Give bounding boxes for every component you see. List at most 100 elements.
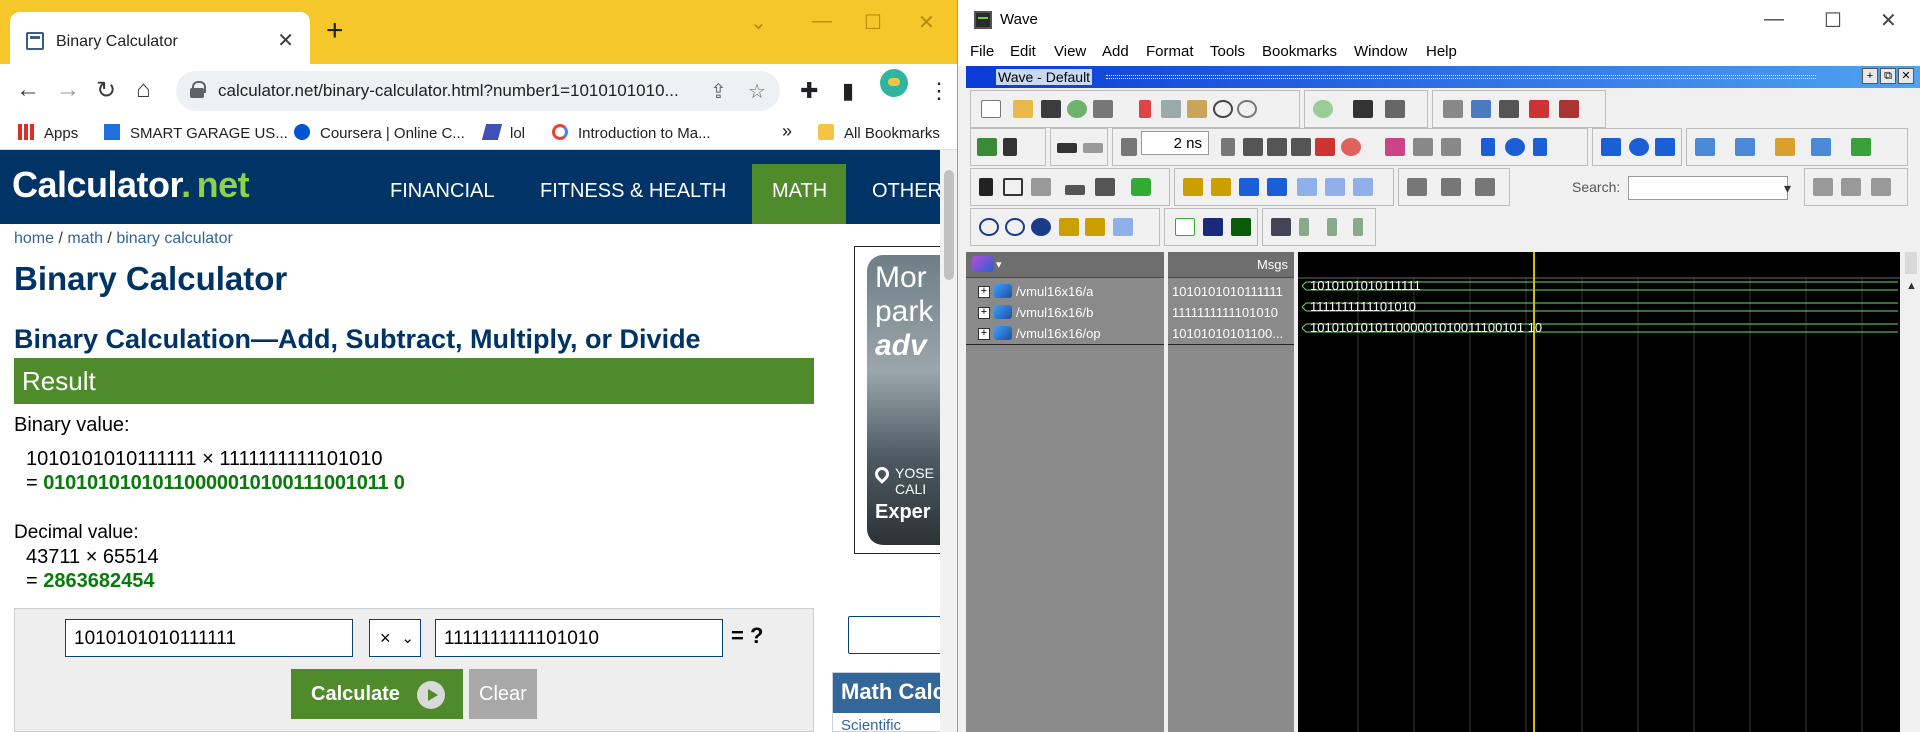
home-icon[interactable]: ⌂	[136, 76, 151, 104]
redo-icon[interactable]	[1237, 100, 1257, 118]
signal-row-b[interactable]: + /vmul16x16/b	[966, 303, 1164, 324]
bookmark-coursera[interactable]: Coursera | Online C...	[294, 124, 465, 142]
menu-window[interactable]: Window	[1354, 43, 1407, 60]
edge-a-icon[interactable]	[1183, 178, 1203, 196]
profile-avatar[interactable]	[880, 69, 908, 97]
compile-icon[interactable]	[977, 138, 997, 156]
pointer-icon[interactable]	[979, 178, 993, 196]
debug-b-icon[interactable]	[1735, 138, 1755, 156]
edge-g-icon[interactable]	[1353, 178, 1373, 196]
back-arrow-icon[interactable]	[1057, 143, 1077, 153]
operator-select[interactable]: × ⌄	[369, 619, 421, 657]
edge-c-icon[interactable]	[1239, 178, 1259, 196]
close-window-button[interactable]: ✕	[918, 10, 935, 35]
debug-c-icon[interactable]	[1775, 138, 1795, 156]
nav-math[interactable]: MATH	[772, 180, 827, 203]
site-logo[interactable]: Calculator. net	[12, 164, 250, 206]
signal-row-op[interactable]: + /vmul16x16/op	[966, 324, 1164, 345]
zoom-full-icon[interactable]	[1031, 218, 1051, 236]
step-icon[interactable]	[1385, 138, 1405, 156]
print-icon[interactable]	[1093, 100, 1113, 118]
traffic-light-icon[interactable]	[1131, 178, 1151, 196]
step-out-icon[interactable]	[1533, 138, 1547, 156]
format-d-icon[interactable]	[1353, 218, 1363, 236]
bookmark-smart-garage[interactable]: SMART GARAGE US...	[104, 124, 288, 142]
add-signal-icon[interactable]	[1313, 100, 1333, 118]
expand-c-icon[interactable]	[1475, 178, 1495, 196]
format-a-icon[interactable]	[1271, 218, 1291, 236]
menu-bookmarks[interactable]: Bookmarks	[1262, 43, 1337, 60]
wave-view-b-icon[interactable]	[1203, 218, 1223, 236]
nav-financial[interactable]: FINANCIAL	[390, 180, 494, 203]
wave-view-c-icon[interactable]	[1231, 218, 1251, 236]
search-forward-icon[interactable]	[1813, 178, 1833, 196]
chevron-down-icon[interactable]: ⌄	[750, 10, 767, 35]
waveform-pane[interactable]: 1010101010111111 1111111111101010 101010…	[1298, 252, 1900, 732]
copy-icon[interactable]	[1161, 100, 1181, 118]
zoom-out-icon[interactable]	[1005, 218, 1025, 236]
run-time-input[interactable]: 2 ns	[1141, 131, 1209, 155]
pan-icon[interactable]	[1031, 178, 1051, 196]
menu-help[interactable]: Help	[1426, 43, 1457, 60]
edge-d-icon[interactable]	[1267, 178, 1287, 196]
minimize-button[interactable]: —	[812, 10, 832, 33]
menu-file[interactable]: File	[970, 43, 994, 60]
bookmark-all[interactable]: All Bookmarks	[818, 124, 940, 142]
menu-tools[interactable]: Tools	[1210, 43, 1245, 60]
breadcrumb-math[interactable]: math	[67, 230, 103, 247]
tab-close-icon[interactable]: ✕	[277, 28, 294, 53]
up-arrow-icon[interactable]	[1003, 138, 1017, 156]
msg-b[interactable]: 1111111111101010	[1168, 303, 1294, 324]
continue-icon[interactable]	[1267, 138, 1287, 156]
maximize-button[interactable]: ☐	[864, 10, 882, 35]
menu-edit[interactable]: Edit	[1010, 43, 1036, 60]
site-search-input[interactable]	[848, 616, 940, 654]
address-bar[interactable]: calculator.net/binary-calculator.html?nu…	[176, 71, 780, 111]
waveform-canvas[interactable]: 1010101010111111 1111111111101010 101010…	[1298, 252, 1900, 732]
chevron-down-icon[interactable]: ▾	[996, 258, 1002, 271]
undo-icon[interactable]	[1213, 100, 1233, 118]
advertisement[interactable]: Mor park adv YOSE CALI Exper	[854, 246, 940, 554]
signal-row-a[interactable]: + /vmul16x16/a	[966, 282, 1164, 303]
chevron-down-icon[interactable]: ▾	[1784, 180, 1791, 197]
layers-icon[interactable]	[1443, 100, 1463, 118]
menu-view[interactable]: View	[1054, 43, 1086, 60]
close-window-button[interactable]: ✕	[1880, 8, 1897, 33]
memory-icon[interactable]	[1471, 100, 1491, 118]
bookmark-lol[interactable]: lol	[481, 124, 525, 142]
cursor-icon[interactable]	[1065, 185, 1085, 195]
side-panel-icon[interactable]: ▮	[842, 78, 854, 104]
cut-icon[interactable]	[1139, 100, 1151, 118]
new-file-icon[interactable]	[981, 100, 1001, 118]
scientific-link[interactable]: Scientific	[841, 717, 901, 732]
reload-icon[interactable]: ↻	[96, 76, 116, 105]
nav-fitness-health[interactable]: FITNESS & HEALTH	[540, 180, 726, 203]
paste-icon[interactable]	[1187, 100, 1207, 118]
step-down-icon[interactable]	[1601, 138, 1621, 156]
zoom-box-icon[interactable]	[1003, 178, 1023, 196]
number2-input[interactable]: 1111111111101010	[435, 619, 723, 657]
stop-icon[interactable]	[1341, 138, 1361, 156]
instance-icon[interactable]	[972, 256, 994, 272]
wave-view-a-icon[interactable]	[1175, 218, 1195, 236]
step-loop-icon[interactable]	[1505, 138, 1525, 156]
search-back-icon[interactable]	[1841, 178, 1861, 196]
scroll-top-block[interactable]	[1905, 252, 1917, 274]
calculate-button[interactable]: Calculate	[291, 669, 463, 719]
breadcrumb-home[interactable]: home	[14, 230, 54, 247]
save-icon[interactable]	[1041, 100, 1061, 118]
back-arrow-icon[interactable]: ←	[16, 76, 40, 104]
number1-input[interactable]: 1010101010111111	[65, 619, 353, 657]
expand-icon[interactable]: +	[978, 307, 990, 319]
bookmark-star-icon[interactable]: ☆	[748, 79, 766, 104]
open-folder-icon[interactable]	[1013, 100, 1033, 118]
menu-format[interactable]: Format	[1146, 43, 1194, 60]
drag-grip[interactable]	[1106, 75, 1816, 79]
maximize-button[interactable]: ☐	[1824, 8, 1842, 33]
dataflow-icon[interactable]	[1499, 100, 1519, 118]
menu-kebab-icon[interactable]: ⋮	[928, 78, 950, 104]
share-icon[interactable]: ⇪	[710, 79, 727, 104]
restart-icon[interactable]	[1121, 138, 1137, 156]
forward-arrow-icon[interactable]	[1083, 143, 1103, 153]
menu-add[interactable]: Add	[1102, 43, 1129, 60]
